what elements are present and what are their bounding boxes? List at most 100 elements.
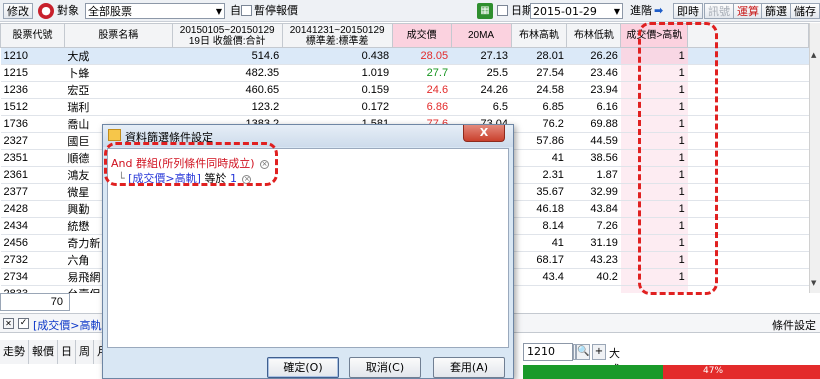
table-cell-filler <box>687 285 809 293</box>
filter-button[interactable]: 篩選 <box>761 3 791 19</box>
group-label: And 群組(所列條件同時成立) <box>111 157 255 170</box>
condition-value[interactable]: 1 <box>230 172 237 185</box>
target-label: 對象 <box>57 4 79 17</box>
table-row[interactable]: 1215 卜蜂 482.35 1.019 27.7 25.5 27.54 23.46 1 <box>0 64 809 82</box>
search-icon[interactable]: 🔍 <box>576 344 590 360</box>
tab-week[interactable]: 周 <box>76 340 94 364</box>
date-picker[interactable]: 2015-01-29 ▼ <box>530 3 623 19</box>
ok-button[interactable]: 確定(O) <box>267 357 339 378</box>
condition-settings-button[interactable]: 條件設定 <box>772 317 816 333</box>
table-cell: 2428 <box>0 200 65 218</box>
table-cell-filler <box>687 115 809 133</box>
table-cell: 1512 <box>0 98 65 116</box>
column-header[interactable]: 20150105~20150129 19日 收盤價:合計 <box>171 23 283 48</box>
remove-condition-item-icon[interactable]: × <box>242 174 252 184</box>
table-cell: 482.35 <box>172 64 283 82</box>
save-button[interactable]: 儲存 <box>790 3 820 19</box>
pause-quote-checkbox[interactable] <box>241 5 252 16</box>
tree-branch-icon: └ <box>118 172 125 185</box>
table-cell-filler <box>687 183 809 201</box>
table-cell-filler <box>687 47 809 65</box>
table-cell: 大成 <box>64 47 173 65</box>
table-cell: 27.13 <box>451 47 511 65</box>
stock-code-input[interactable]: 1210 <box>523 343 573 361</box>
table-cell: 1 <box>620 234 688 252</box>
advanced-label[interactable]: 進階 <box>630 3 652 19</box>
table-cell: 26.26 <box>566 47 621 65</box>
table-row[interactable]: 1236 宏亞 460.65 0.159 24.6 24.26 24.58 23.94 1 <box>0 81 809 99</box>
condition-tree: And 群組(所列條件同時成立) × └ [成交價>高軌] 等於 1 × <box>107 148 509 348</box>
vertical-scrollbar[interactable]: ▲ ▼ <box>809 23 820 293</box>
remove-condition-icon[interactable]: ✕ <box>3 318 14 329</box>
table-cell: 2456 <box>0 234 65 252</box>
column-header[interactable]: 股票代號 <box>0 23 65 48</box>
table-cell: 24.6 <box>392 81 452 99</box>
column-header[interactable]: 股票名稱 <box>63 23 173 48</box>
table-cell: 卜蜂 <box>64 64 173 82</box>
table-row[interactable]: 1210 大成 514.6 0.438 28.05 27.13 28.01 26.26 1 <box>0 47 809 65</box>
tab-quote[interactable]: 報價 <box>29 340 58 364</box>
calc-button[interactable]: 運算 <box>733 3 763 19</box>
realtime-button[interactable]: 即時 <box>673 3 703 19</box>
self-label[interactable]: 自 <box>230 3 241 19</box>
filter-dialog: 資料篩選條件設定 X And 群組(所列條件同時成立) × └ [成交價>高軌]… <box>102 124 514 379</box>
table-header-row: 股票代號 股票名稱 20150105~20150129 19日 收盤價:合計 20141… <box>0 23 809 48</box>
table-cell: 43.84 <box>566 200 621 218</box>
scroll-down-icon[interactable]: ▼ <box>811 279 816 287</box>
table-cell: 2351 <box>0 149 65 167</box>
table-cell: 6.5 <box>451 98 511 116</box>
remove-group-icon[interactable]: × <box>260 159 270 169</box>
tab-day[interactable]: 日 <box>58 340 76 364</box>
table-cell: 1210 <box>0 47 65 65</box>
target-select-value: 全部股票 <box>88 5 132 18</box>
cancel-button[interactable]: 取消(C) <box>349 357 421 378</box>
table-cell-filler <box>687 234 809 252</box>
apply-button[interactable]: 套用(A) <box>433 357 505 378</box>
scroll-up-icon[interactable]: ▲ <box>811 51 816 59</box>
close-button[interactable]: X <box>463 125 505 142</box>
table-cell: 6.86 <box>392 98 452 116</box>
condition-operator[interactable]: 等於 <box>204 172 226 185</box>
date-checkbox[interactable] <box>497 5 508 16</box>
column-header[interactable]: 成交價>高軌 <box>620 23 689 48</box>
add-icon[interactable]: + <box>592 344 606 360</box>
table-cell: 7.26 <box>566 217 621 235</box>
chevron-down-icon: ▼ <box>215 7 222 16</box>
condition-label[interactable]: [成交價>高軌] <box>33 317 106 333</box>
table-cell: 43.4 <box>511 268 567 286</box>
table-cell: 6.85 <box>511 98 567 116</box>
arrow-right-icon[interactable]: ➡ <box>654 3 663 19</box>
table-cell: 57.86 <box>511 132 567 150</box>
table-cell <box>620 285 688 293</box>
table-cell: 40.2 <box>566 268 621 286</box>
column-header[interactable]: 20MA <box>450 23 512 48</box>
condition-checkbox[interactable]: ✓ <box>18 318 29 329</box>
condition-group[interactable]: And 群組(所列條件同時成立) × <box>111 155 270 171</box>
table-cell: 瑞利 <box>64 98 173 116</box>
table-cell: 514.6 <box>172 47 283 65</box>
chevron-down-icon: ▼ <box>613 7 620 16</box>
condition-field[interactable]: [成交價>高軌] <box>128 172 201 185</box>
bottom-tabs: 走勢 報價 日 周 月 <box>0 340 112 364</box>
modify-button[interactable]: 修改 <box>3 3 33 19</box>
table-cell: 1 <box>620 132 688 150</box>
column-header[interactable]: 布林高軌 <box>510 23 568 48</box>
condition-item[interactable]: └ [成交價>高軌] 等於 1 × <box>118 170 252 186</box>
column-header[interactable]: 成交價 <box>391 23 452 48</box>
tab-trend[interactable]: 走勢 <box>0 340 29 364</box>
table-cell: 1236 <box>0 81 65 99</box>
progress-bar: 47% <box>523 365 820 379</box>
toolbar: 修改 ● 對象 全部股票 ▼ 自 暫停報價 ▦ 日期 2015-01-29 ▼ … <box>0 0 820 22</box>
table-cell: 0.172 <box>282 98 393 116</box>
row-count-field[interactable]: 70 <box>0 293 70 311</box>
target-select[interactable]: 全部股票 ▼ <box>85 3 225 19</box>
dialog-titlebar[interactable]: 資料篩選條件設定 X <box>103 125 513 147</box>
column-header[interactable]: 布林低軌 <box>566 23 622 48</box>
table-cell: 0.159 <box>282 81 393 99</box>
table-cell: 25.5 <box>451 64 511 82</box>
signal-button[interactable]: 訊號 <box>704 3 734 19</box>
export-icon[interactable]: ▦ <box>477 3 493 19</box>
column-header[interactable]: 20141231~20150129 標準差:標準差 <box>281 23 393 48</box>
target-icon[interactable]: ● <box>38 3 54 19</box>
table-row[interactable]: 1512 瑞利 123.2 0.172 6.86 6.5 6.85 6.16 1 <box>0 98 809 116</box>
